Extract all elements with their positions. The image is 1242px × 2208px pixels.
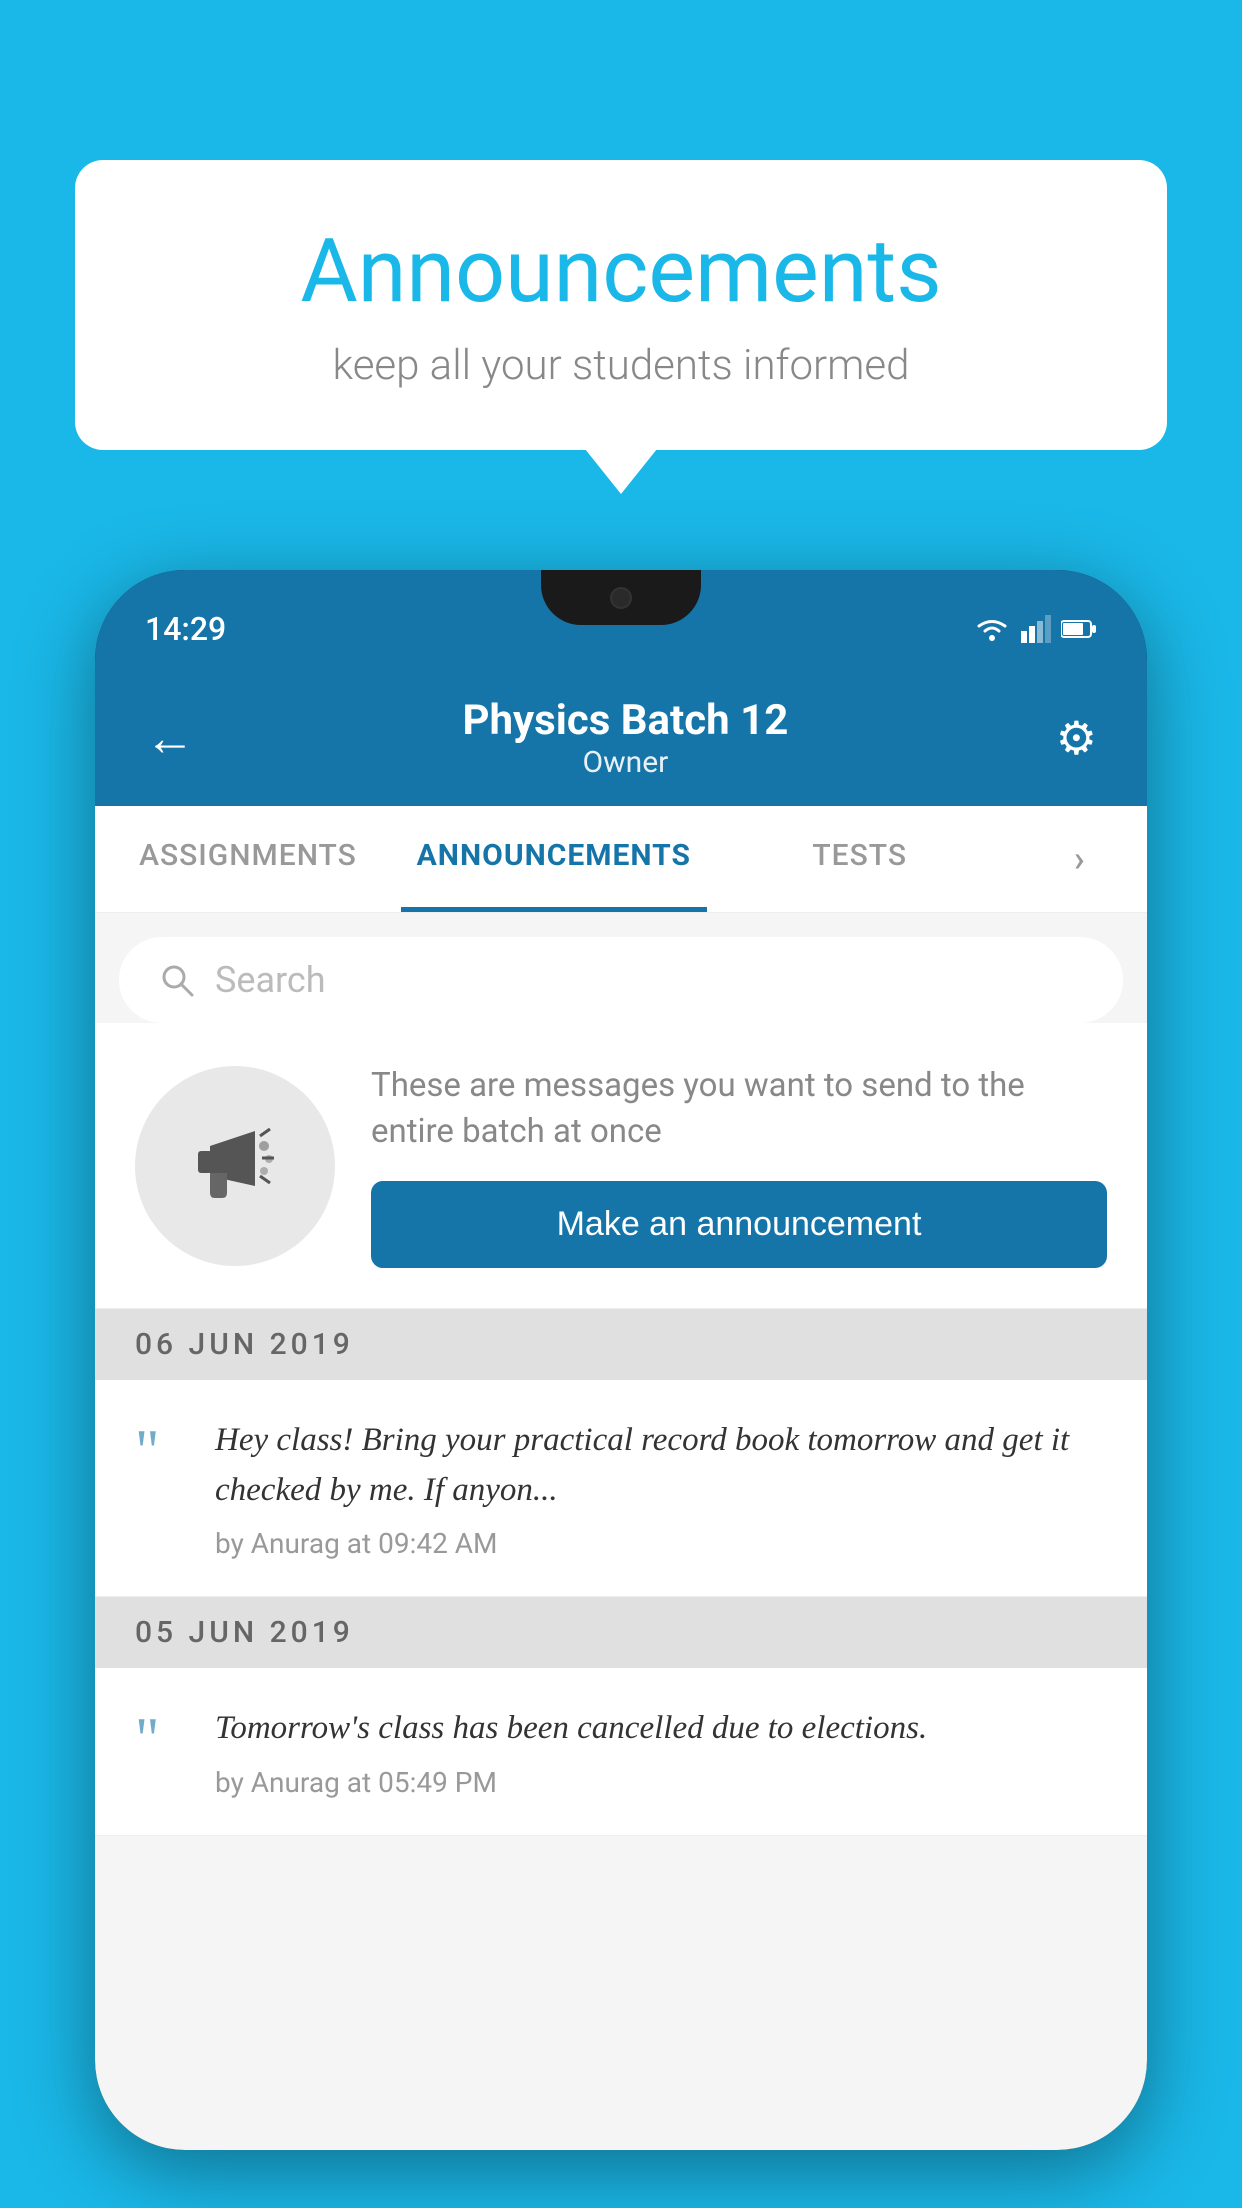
phone-notch <box>541 570 701 625</box>
phone-container: 14:29 <box>95 570 1147 2208</box>
camera-dot <box>610 587 632 609</box>
back-button[interactable]: ← <box>145 709 195 768</box>
announcement-item-2: " Tomorrow's class has been cancelled du… <box>95 1668 1147 1836</box>
search-placeholder: Search <box>215 959 326 1001</box>
announcement-promo: These are messages you want to send to t… <box>95 1023 1147 1309</box>
settings-button[interactable]: ⚙ <box>1056 711 1097 766</box>
app-bar-title-group: Physics Batch 12 Owner <box>462 696 788 780</box>
content-area: Search <box>95 913 1147 2150</box>
app-bar: ← Physics Batch 12 Owner ⚙ <box>95 670 1147 806</box>
speech-bubble-section: Announcements keep all your students inf… <box>75 160 1167 450</box>
promo-icon-circle <box>135 1066 335 1266</box>
quote-icon-2: " <box>135 1709 185 1769</box>
promo-description: These are messages you want to send to t… <box>371 1063 1107 1155</box>
promo-right: These are messages you want to send to t… <box>371 1063 1107 1268</box>
search-bar[interactable]: Search <box>119 937 1123 1023</box>
date-separator-2: 05 JUN 2019 <box>95 1597 1147 1668</box>
tabs-bar: ASSIGNMENTS ANNOUNCEMENTS TESTS › <box>95 806 1147 913</box>
app-bar-subtitle: Owner <box>462 745 788 780</box>
tab-assignments[interactable]: ASSIGNMENTS <box>95 806 401 912</box>
tab-more[interactable]: › <box>1013 806 1147 912</box>
make-announcement-button[interactable]: Make an announcement <box>371 1181 1107 1268</box>
speech-bubble-title: Announcements <box>155 220 1087 323</box>
status-time: 14:29 <box>145 610 226 648</box>
quote-icon-1: " <box>135 1421 185 1481</box>
wifi-icon <box>973 615 1011 643</box>
battery-icon <box>1061 619 1097 639</box>
announcement-content-2: Tomorrow's class has been cancelled due … <box>215 1704 1107 1799</box>
announcement-item-1: " Hey class! Bring your practical record… <box>95 1380 1147 1597</box>
phone-frame: 14:29 <box>95 570 1147 2150</box>
announcement-text-1: Hey class! Bring your practical record b… <box>215 1416 1107 1515</box>
announcement-content-1: Hey class! Bring your practical record b… <box>215 1416 1107 1560</box>
search-icon <box>159 962 195 998</box>
status-icons <box>973 615 1097 643</box>
announcement-meta-1: by Anurag at 09:42 AM <box>215 1527 1107 1560</box>
speech-bubble-subtitle: keep all your students informed <box>155 341 1087 390</box>
announcement-meta-2: by Anurag at 05:49 PM <box>215 1766 1107 1799</box>
signal-icon <box>1021 615 1051 643</box>
tab-announcements[interactable]: ANNOUNCEMENTS <box>401 806 707 912</box>
announcement-text-2: Tomorrow's class has been cancelled due … <box>215 1704 1107 1754</box>
speech-bubble: Announcements keep all your students inf… <box>75 160 1167 450</box>
tab-tests[interactable]: TESTS <box>707 806 1013 912</box>
megaphone-icon <box>180 1111 290 1221</box>
app-bar-title: Physics Batch 12 <box>462 696 788 745</box>
date-separator-1: 06 JUN 2019 <box>95 1309 1147 1380</box>
